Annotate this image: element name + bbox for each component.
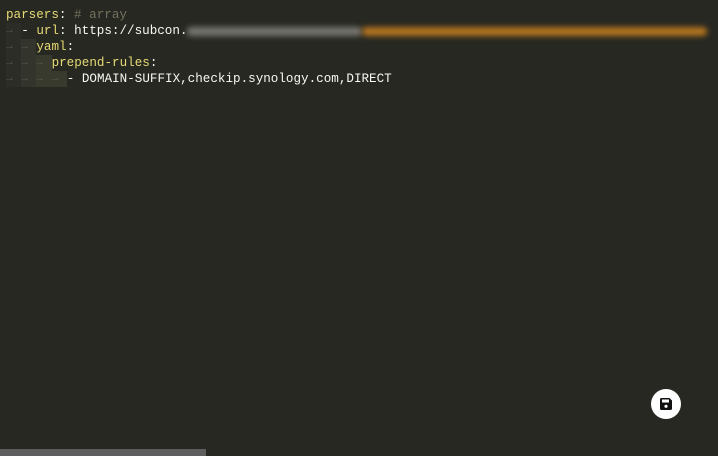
rule-value: DOMAIN-SUFFIX,checkip.synology.com,DIREC…: [81, 72, 392, 86]
indent-arrow-icon: →: [6, 23, 22, 39]
code-line-2: → - url: https://subcon.: [6, 23, 718, 39]
indent-arrow-icon: →: [6, 39, 22, 55]
horizontal-scrollbar[interactable]: [0, 449, 206, 456]
indent-arrow-icon: →: [21, 71, 37, 87]
colon: :: [59, 24, 67, 38]
yaml-key: url: [36, 24, 59, 38]
floppy-disk-icon: [660, 398, 672, 410]
code-line-4: → → → prepend-rules:: [6, 55, 718, 71]
code-line-3: → → yaml:: [6, 39, 718, 55]
indent-arrow-icon: →: [51, 71, 67, 87]
code-line-5: → → → → - DOMAIN-SUFFIX,checkip.synology.com…: [6, 71, 718, 87]
indent-arrow-icon: →: [21, 55, 37, 71]
yaml-key: prepend-rules: [51, 56, 150, 70]
redacted-url-part: [362, 26, 708, 36]
yaml-key: yaml: [36, 40, 67, 54]
indent-arrow-icon: →: [36, 71, 52, 87]
colon: :: [58, 8, 67, 22]
yaml-code-editor[interactable]: parsers: # array → - url: https://subcon.…: [6, 7, 718, 87]
redacted-url-part: [187, 26, 363, 36]
list-dash: -: [66, 72, 82, 86]
url-value: https://subcon.: [66, 24, 188, 38]
indent-arrow-icon: →: [21, 39, 37, 55]
indent-arrow-icon: →: [6, 71, 22, 87]
list-dash: -: [21, 24, 37, 38]
indent-arrow-icon: →: [36, 55, 52, 71]
yaml-key: parsers: [6, 8, 59, 22]
code-line-1: parsers: # array: [6, 7, 718, 23]
indent-arrow-icon: →: [6, 55, 22, 71]
yaml-comment: # array: [66, 8, 127, 22]
colon: :: [149, 56, 158, 70]
save-button[interactable]: [651, 389, 681, 419]
colon: :: [66, 40, 75, 54]
